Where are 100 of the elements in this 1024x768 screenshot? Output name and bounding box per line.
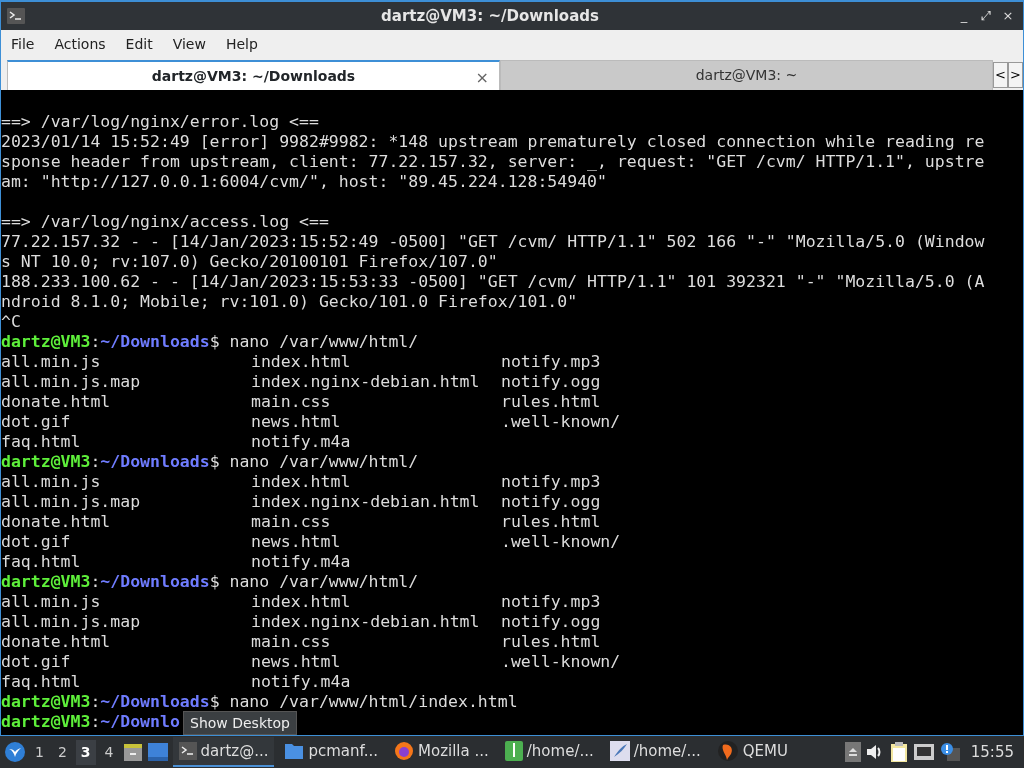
- menu-item[interactable]: Actions: [46, 31, 114, 57]
- file-name: donate.html: [1, 512, 111, 531]
- output-line: s NT 10.0; rv:107.0) Gecko/20100101 Firefox/107.0": [1, 252, 498, 272]
- scroll-left-button[interactable]: <: [993, 62, 1008, 88]
- prompt-user: dartz@VM3: [1, 452, 91, 472]
- file-name: all.min.js: [1, 352, 101, 371]
- menu-item[interactable]: Edit: [117, 31, 161, 57]
- file-name: notify.mp3: [501, 592, 601, 611]
- output-line: sponse header from upstream, client: 77.22.157.32, server: _, request: "GET /cvm/ HTTP/1.1", upstre: [1, 152, 985, 172]
- file-name: faq.html: [1, 432, 81, 451]
- taskbar-button[interactable]: pcmanf...: [278, 737, 385, 767]
- feather-icon: [609, 741, 630, 761]
- file-name: rules.html: [501, 512, 601, 531]
- file-name: notify.m4a: [251, 432, 351, 451]
- terminal-icon: [178, 742, 197, 760]
- output-line: ^C: [1, 312, 21, 332]
- tooltip: Show Desktop: [183, 711, 297, 735]
- file-name: index.html: [251, 592, 351, 611]
- menu-item[interactable]: Help: [217, 31, 266, 57]
- file-name: notify.m4a: [251, 552, 351, 571]
- taskbar-button[interactable]: /home/...: [603, 737, 707, 767]
- file-name: faq.html: [1, 672, 81, 691]
- tab[interactable]: dartz@VM3: ~/Downloads ×: [7, 60, 500, 90]
- menu-item[interactable]: File: [3, 31, 43, 57]
- workspace-button[interactable]: 1: [30, 739, 49, 765]
- tab[interactable]: dartz@VM3: ~: [500, 60, 993, 90]
- taskbar-button[interactable]: /home/...: [498, 737, 600, 767]
- file-name: .well-known/: [501, 532, 621, 551]
- start-menu-icon[interactable]: [4, 741, 26, 763]
- file-name: index.nginx-debian.html: [251, 492, 480, 511]
- file-name: donate.html: [1, 392, 111, 411]
- menu-item[interactable]: View: [164, 31, 214, 57]
- prompt-separator: :: [90, 712, 101, 732]
- file-name: news.html: [251, 532, 341, 551]
- taskbar-button[interactable]: Mozilla ...: [388, 737, 495, 767]
- file-cabinet-icon[interactable]: [122, 742, 143, 762]
- file-name: all.min.js.map: [1, 372, 141, 391]
- clipboard-icon[interactable]: [888, 741, 909, 763]
- scroll-right-button[interactable]: >: [1008, 62, 1023, 88]
- file-name: main.css: [251, 392, 331, 411]
- output-line: 77.22.157.32 - - [14/Jan/2023:15:52:49 -0500] "GET /cvm/ HTTP/1.1" 502 166 "-" "Mozilla/5.0 (Window: [1, 232, 985, 252]
- prompt-path: ~/Downloads: [100, 692, 210, 712]
- prompt-separator: :: [90, 572, 101, 592]
- clock: 15:55: [970, 741, 1014, 763]
- prompt-path: ~/Downloads: [100, 452, 210, 472]
- prompt-separator: :: [90, 452, 101, 472]
- network-icon[interactable]: [912, 743, 935, 761]
- file-name: notify.ogg: [501, 492, 601, 511]
- file-name: .well-known/: [501, 652, 621, 671]
- file-name: faq.html: [1, 552, 81, 571]
- file-name: notify.mp3: [501, 352, 601, 371]
- terminal-icon: [7, 8, 25, 24]
- workspace-button[interactable]: 2: [52, 739, 72, 765]
- file-name: rules.html: [501, 632, 601, 651]
- command-text: $ nano /var/www/html/: [209, 572, 419, 592]
- output-line: am: "http://127.0.0.1:6004/cvm/", host: "89.45.224.128:54940": [1, 172, 607, 192]
- file-name: news.html: [251, 652, 341, 671]
- file-name: index.html: [251, 352, 351, 371]
- prompt-user: dartz@VM3: [1, 332, 91, 352]
- file-name: all.min.js: [1, 592, 101, 611]
- archive-icon: [504, 741, 523, 761]
- show-desktop-icon[interactable]: [146, 742, 169, 762]
- command-text: $ nano /var/www/html/: [209, 332, 419, 352]
- file-name: all.min.js: [1, 472, 101, 491]
- file-name: donate.html: [1, 632, 111, 651]
- file-name: dot.gif: [1, 532, 71, 551]
- output-line: ==> /var/log/nginx/error.log <==: [1, 112, 319, 132]
- file-name: all.min.js.map: [1, 612, 141, 631]
- close-button[interactable]: ×: [999, 6, 1017, 26]
- workspace-button[interactable]: 3: [75, 739, 96, 765]
- file-name: dot.gif: [1, 652, 71, 671]
- output-line: 2023/01/14 15:52:49 [error] 9982#9982: *148 upstream prematurely closed connection while reading re: [1, 132, 985, 152]
- window-title: dartz@VM3: ~/Downloads: [380, 5, 600, 27]
- prompt-user: dartz@VM3: [1, 692, 91, 712]
- file-name: index.nginx-debian.html: [251, 612, 480, 631]
- maximize-button[interactable]: ⤢: [977, 6, 995, 26]
- notification-icon[interactable]: [938, 742, 961, 762]
- prompt-user: dartz@VM3: [1, 712, 91, 732]
- eject-icon[interactable]: [844, 742, 861, 762]
- file-name: index.html: [251, 472, 351, 491]
- prompt-path: ~/Downloads: [100, 572, 210, 592]
- prompt-separator: :: [90, 692, 101, 712]
- command-text: $ nano /var/www/html/: [209, 452, 419, 472]
- prompt-path: ~/Downloads: [100, 332, 210, 352]
- taskbar-button[interactable]: dartz@...: [172, 737, 275, 767]
- output-line: ==> /var/log/nginx/access.log <==: [1, 212, 329, 232]
- file-name: main.css: [251, 632, 331, 651]
- output-line: ndroid 8.1.0; Mobile; rv:101.0) Gecko/101.0 Firefox/101.0": [1, 292, 578, 312]
- command-text: $ nano /var/www/html/index.html: [209, 692, 518, 712]
- workspace-button[interactable]: 4: [99, 739, 119, 765]
- folder-icon: [284, 742, 305, 760]
- file-name: .well-known/: [501, 412, 621, 431]
- prompt-path: ~/Downlo: [100, 712, 180, 732]
- close-tab-button[interactable]: ×: [475, 66, 489, 90]
- file-name: index.nginx-debian.html: [251, 372, 480, 391]
- prompt-separator: :: [90, 332, 101, 352]
- taskbar-button[interactable]: QEMU: [710, 737, 794, 767]
- file-name: news.html: [251, 412, 341, 431]
- file-name: dot.gif: [1, 412, 71, 431]
- minimize-button[interactable]: _: [955, 6, 973, 26]
